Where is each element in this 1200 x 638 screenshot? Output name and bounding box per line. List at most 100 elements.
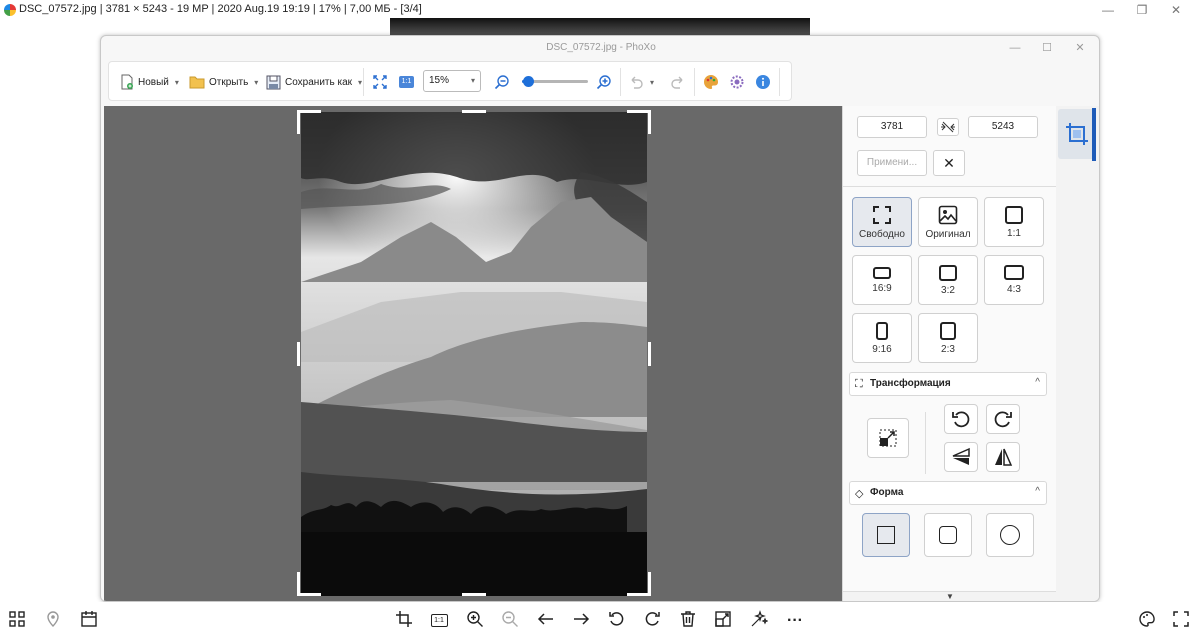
- ratio-3-2-icon: [939, 264, 957, 281]
- crop-handle-top[interactable]: [462, 110, 486, 113]
- crop-icon: [396, 611, 412, 627]
- save-as-label: Сохранить как: [285, 76, 353, 88]
- shape-circle-button[interactable]: [986, 513, 1034, 557]
- ratio-free-button[interactable]: Свободно: [852, 197, 912, 247]
- circle-icon: [1000, 525, 1020, 545]
- undo-chevron-down-icon[interactable]: ▾: [650, 78, 654, 87]
- rotate-right-bottom-button[interactable]: [641, 610, 663, 632]
- next-button[interactable]: [570, 610, 592, 632]
- new-button[interactable]: Новый ▾: [120, 71, 179, 93]
- viewer-title-bar: DSC_07572.jpg | 3781 × 5243 - 19 MP | 20…: [0, 0, 1200, 20]
- resize-bottom-button[interactable]: [712, 610, 734, 632]
- window-maximize-button[interactable]: ☐: [1038, 40, 1056, 56]
- shape-rectangle-button[interactable]: [862, 513, 910, 557]
- flip-horizontal-button[interactable]: [986, 442, 1020, 472]
- open-chevron-down-icon[interactable]: ▾: [254, 78, 258, 87]
- sparkle-icon: [751, 610, 769, 627]
- transform-section-header[interactable]: ⛶ Трансформация ^: [849, 372, 1047, 396]
- ratio-original-button[interactable]: Оригинал: [918, 197, 978, 247]
- zoom-select[interactable]: 15% ▾: [423, 70, 481, 92]
- palette-button[interactable]: [703, 71, 719, 93]
- new-chevron-down-icon[interactable]: ▾: [175, 78, 179, 87]
- fit-to-window-button[interactable]: [372, 71, 388, 93]
- crop-handle-top-left[interactable]: [297, 110, 321, 113]
- zoom-slider[interactable]: [522, 76, 588, 87]
- crop-button[interactable]: [393, 610, 415, 632]
- panel-divider: [843, 186, 1057, 187]
- zoom-slider-thumb[interactable]: [523, 76, 534, 87]
- crop-handle-left[interactable]: [297, 342, 300, 366]
- save-as-button[interactable]: Сохранить как ▾: [266, 71, 362, 93]
- actual-size-button[interactable]: 1:1: [399, 71, 414, 93]
- viewer-maximize-button[interactable]: ❐: [1132, 2, 1152, 18]
- settings-button[interactable]: [729, 71, 745, 93]
- save-as-chevron-down-icon[interactable]: ▾: [358, 78, 362, 87]
- image-canvas[interactable]: [104, 106, 842, 601]
- rotate-right-button[interactable]: [986, 404, 1020, 434]
- delete-button[interactable]: [677, 610, 699, 632]
- rotate-left-button[interactable]: [944, 404, 978, 434]
- flip-vertical-button[interactable]: [944, 442, 978, 472]
- redo-button[interactable]: [670, 71, 686, 93]
- crop-width-input[interactable]: 3781: [857, 116, 927, 138]
- app-logo-icon: [4, 4, 16, 16]
- crop-tool-button[interactable]: [1058, 109, 1096, 159]
- crop-handle-bottom-left-v[interactable]: [297, 572, 300, 596]
- crop-handle-top-left-v[interactable]: [297, 110, 300, 134]
- panel-scroll-down[interactable]: ▼: [843, 591, 1057, 601]
- settings-bottom-button[interactable]: [1136, 610, 1158, 632]
- window-close-button[interactable]: ✕: [1071, 40, 1089, 56]
- window-minimize-button[interactable]: —: [1006, 40, 1024, 56]
- shape-rounded-button[interactable]: [924, 513, 972, 557]
- ratio-4-3-button[interactable]: 4:3: [984, 255, 1044, 305]
- fit-window-icon: [373, 75, 387, 89]
- calendar-button[interactable]: [78, 610, 100, 632]
- more-options-button[interactable]: ···: [784, 610, 806, 632]
- crop-handle-top-right-v[interactable]: [648, 110, 651, 134]
- ratio-3-2-button[interactable]: 3:2: [918, 255, 978, 305]
- actual-size-bottom-button[interactable]: 1:1: [428, 610, 450, 632]
- resize-button[interactable]: [867, 418, 909, 458]
- ratio-label: 9:16: [872, 343, 892, 355]
- zoom-in-button[interactable]: [596, 71, 612, 93]
- grid-icon: [9, 611, 25, 627]
- transform-section-title: Трансформация: [870, 378, 951, 389]
- swap-dimensions-button[interactable]: [937, 118, 959, 136]
- previous-button[interactable]: [535, 610, 557, 632]
- enhance-button[interactable]: [748, 610, 770, 632]
- chevron-up-icon: ^: [1035, 486, 1040, 497]
- ratio-1-1-label: 1:1: [430, 614, 448, 627]
- ratio-1-1-button[interactable]: 1:1: [984, 197, 1044, 247]
- shape-section-header[interactable]: ◇ Форма ^: [849, 481, 1047, 505]
- ratio-2-3-button[interactable]: 2:3: [918, 313, 978, 363]
- rotate-left-bottom-button[interactable]: [606, 610, 628, 632]
- viewer-minimize-button[interactable]: —: [1098, 2, 1118, 18]
- crop-height-input[interactable]: 5243: [968, 116, 1038, 138]
- ratio-9-16-button[interactable]: 9:16: [852, 313, 912, 363]
- grid-view-button[interactable]: [6, 610, 28, 632]
- fullscreen-icon: [1173, 611, 1189, 627]
- active-tool-indicator: [1092, 108, 1096, 161]
- cancel-crop-button[interactable]: ✕: [933, 150, 965, 176]
- resize-icon: [715, 611, 731, 627]
- crop-tool-icon: [1066, 123, 1088, 145]
- open-button[interactable]: Открыть ▾: [189, 71, 258, 93]
- fullscreen-button[interactable]: [1170, 610, 1192, 632]
- zoom-in-bottom-button[interactable]: [464, 610, 486, 632]
- ratio-label: 16:9: [872, 282, 892, 294]
- viewer-close-button[interactable]: ✕: [1166, 2, 1186, 18]
- viewer-title: DSC_07572.jpg | 3781 × 5243 - 19 MP | 20…: [19, 3, 422, 15]
- zoom-out-button[interactable]: [494, 71, 510, 93]
- zoom-out-icon: [494, 75, 509, 90]
- crop-handle-right[interactable]: [648, 342, 651, 366]
- location-button[interactable]: [42, 610, 64, 632]
- zoom-out-bottom-button[interactable]: [499, 610, 521, 632]
- info-button[interactable]: [755, 71, 771, 93]
- ratio-label: 3:2: [941, 284, 955, 296]
- undo-button[interactable]: ▾: [628, 71, 654, 93]
- ratio-16-9-button[interactable]: 16:9: [852, 255, 912, 305]
- crop-handle-bottom-left[interactable]: [297, 593, 321, 596]
- crop-handle-bottom-right-v[interactable]: [648, 572, 651, 596]
- crop-handle-bottom[interactable]: [462, 593, 486, 596]
- apply-crop-button[interactable]: Примени...: [857, 150, 927, 176]
